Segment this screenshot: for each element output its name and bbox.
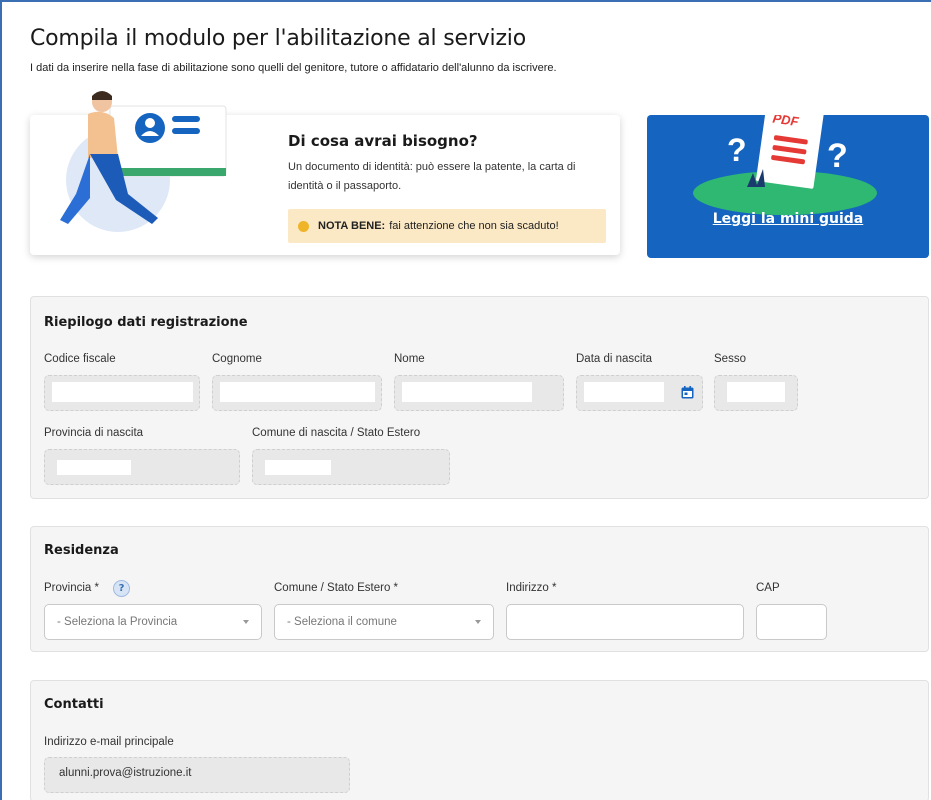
email-value: alunni.prova@istruzione.it [59,767,192,779]
indirizzo-input[interactable] [506,604,744,640]
cap-label: CAP [756,582,780,594]
nota-bene-text: fai attenzione che non sia scaduto! [389,220,559,232]
sesso-field [714,375,798,411]
comune-nascita-label: Comune di nascita / Stato Estero [252,427,421,439]
residence-title: Residenza [44,543,119,558]
comune-select-value: - Seleziona il comune [287,616,397,628]
cognome-label: Cognome [212,353,262,365]
page-title: Compila il modulo per l'abilitazione al … [30,26,526,51]
pdf-guide-illustration: ? ? PDF [693,115,877,215]
registration-summary-title: Riepilogo dati registrazione [44,315,248,330]
codice-fiscale-label: Codice fiscale [44,353,116,365]
nota-bene-banner: NOTA BENE: fai attenzione che non sia sc… [288,209,606,243]
help-icon[interactable]: ? [113,580,130,597]
contacts-title: Contatti [44,697,104,712]
warning-dot-icon [298,220,309,232]
chevron-down-icon [475,620,481,624]
cap-input[interactable] [756,604,827,640]
provincia-label: Provincia * [44,582,99,594]
nota-bene-label: NOTA BENE: [318,220,386,232]
chevron-down-icon [243,620,249,624]
mini-guide-card[interactable]: ? ? PDF Leggi la mini guida [647,115,929,258]
comune-label: Comune / Stato Estero * [274,582,399,594]
calendar-icon [681,386,694,399]
comune-select[interactable]: - Seleziona il comune [274,604,494,640]
mini-guide-link[interactable]: Leggi la mini guida [647,211,929,227]
registration-summary-section: Riepilogo dati registrazione Codice fisc… [30,296,929,499]
provincia-select-value: - Seleziona la Provincia [57,616,178,628]
provincia-nascita-label: Provincia di nascita [44,427,144,439]
provincia-select[interactable]: - Seleziona la Provincia [44,604,262,640]
codice-fiscale-field [44,375,200,411]
data-nascita-label: Data di nascita [576,353,653,365]
sesso-label: Sesso [714,353,746,365]
svg-text:?: ? [727,132,747,168]
email-label: Indirizzo e-mail principale [44,736,174,748]
email-field: alunni.prova@istruzione.it [44,757,350,793]
nome-field [394,375,564,411]
identity-document-illustration [60,91,227,232]
contacts-section: Contatti Indirizzo e-mail principale alu… [30,680,929,800]
svg-text:?: ? [827,137,848,175]
page-subtitle: I dati da inserire nella fase di abilita… [30,62,557,74]
comune-nascita-field [252,449,450,485]
cognome-field [212,375,382,411]
indirizzo-label: Indirizzo * [506,582,557,594]
residence-section: Residenza Provincia * ? Comune / Stato E… [30,526,929,652]
nome-label: Nome [394,353,425,365]
requirements-title: Di cosa avrai bisogno? [288,132,478,150]
data-nascita-field [576,375,703,411]
provincia-nascita-field [44,449,240,485]
requirements-text: Un documento di identità: può essere la … [288,161,576,192]
